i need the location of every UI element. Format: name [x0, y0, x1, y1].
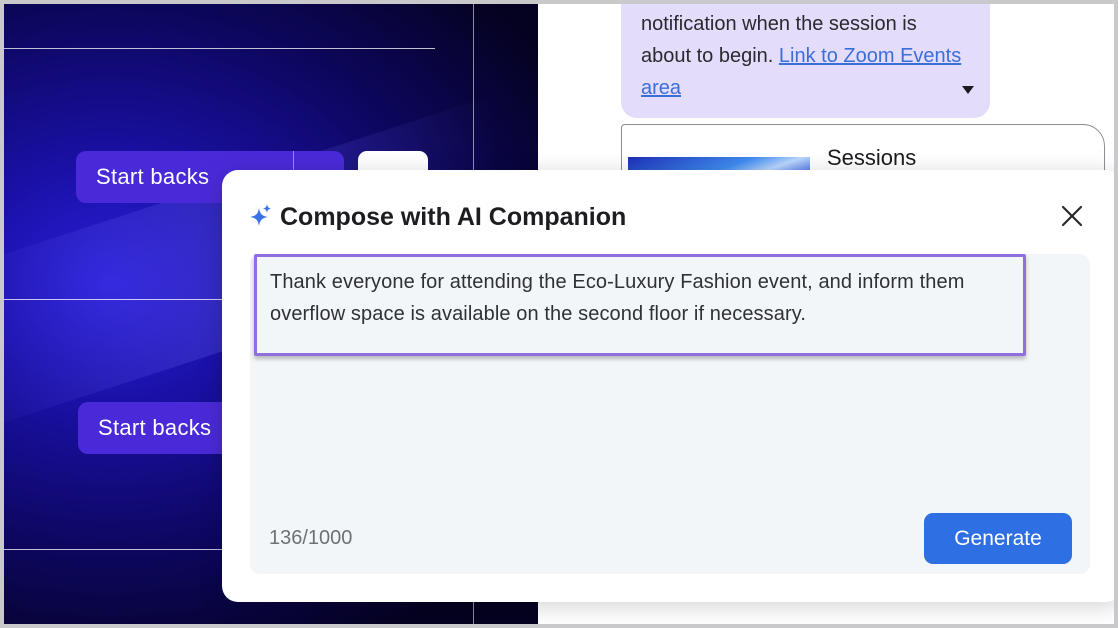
character-count: 136/1000: [269, 527, 353, 549]
session-card-title: Sessions: [827, 145, 917, 170]
sparkle-icon: [250, 204, 271, 226]
generate-button[interactable]: Generate: [924, 513, 1072, 564]
start-backstage-label: Start backs: [98, 415, 212, 440]
caret-down-icon[interactable]: [962, 86, 974, 94]
prompt-textarea[interactable]: Thank everyone for attending the Eco-Lux…: [250, 254, 1090, 574]
start-backstage-label: Start backs: [96, 164, 210, 189]
app-window: Start backs Start backs notification whe…: [0, 0, 1118, 628]
prompt-input-text[interactable]: Thank everyone for attending the Eco-Lux…: [254, 254, 1026, 356]
grid-line: [4, 48, 435, 49]
dialog-title: Compose with AI Companion: [280, 203, 627, 231]
chat-message-bubble: notification when the session is about t…: [621, 4, 990, 118]
close-icon[interactable]: [1060, 204, 1084, 228]
ai-compose-dialog: Compose with AI Companion Thank everyone…: [222, 170, 1114, 602]
